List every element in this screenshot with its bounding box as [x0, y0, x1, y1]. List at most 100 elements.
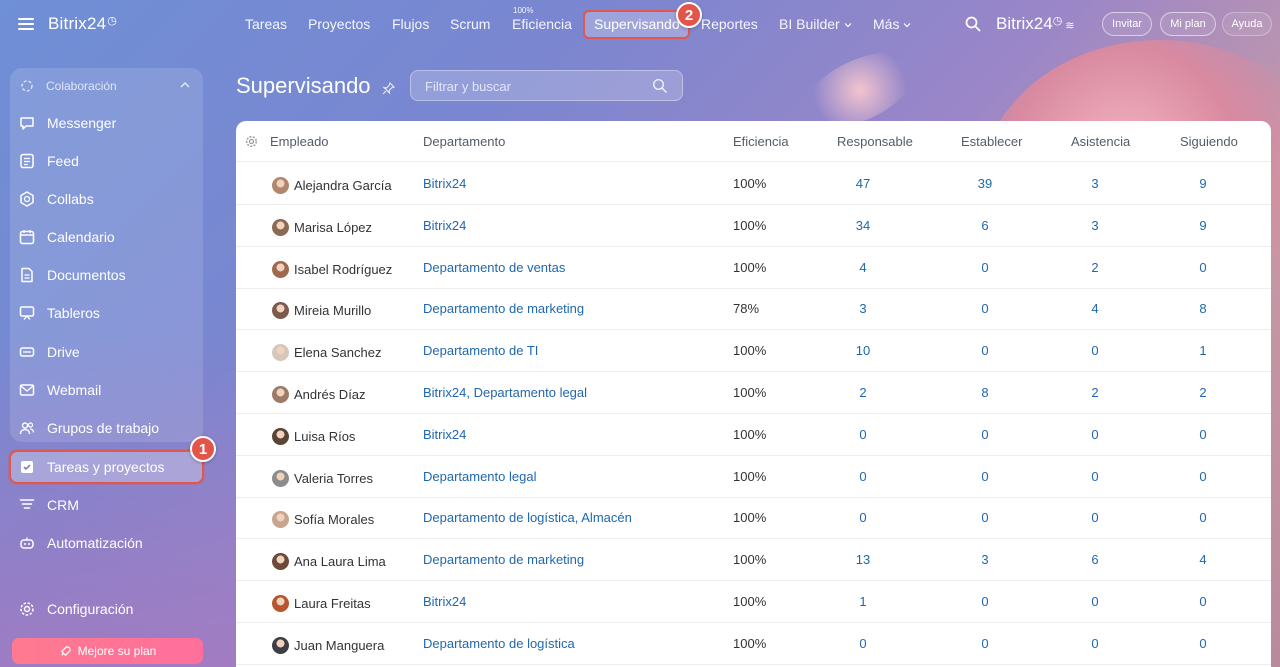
avatar[interactable]	[272, 595, 289, 612]
sidebar-item-tareas-y-proyectos[interactable]: Tareas y proyectos	[18, 454, 204, 480]
column-header-empleado[interactable]: Empleado	[270, 134, 329, 149]
department-link[interactable]: Departamento de logística, Almacén	[423, 510, 632, 525]
department-link[interactable]: Bitrix24	[423, 218, 466, 233]
employee-name[interactable]: Isabel Rodríguez	[294, 262, 392, 277]
responsible-count[interactable]: 0	[843, 427, 883, 442]
assisting-count[interactable]: 0	[1075, 343, 1115, 358]
assisting-count[interactable]: 3	[1075, 218, 1115, 233]
column-header-responsable[interactable]: Responsable	[837, 134, 913, 149]
department-link[interactable]: Departamento de logística	[423, 636, 575, 651]
sidebar-item-grupos[interactable]: Grupos de trabajo	[18, 415, 204, 441]
responsible-count[interactable]: 1	[843, 594, 883, 609]
department-link[interactable]: Bitrix24, Departamento legal	[423, 385, 587, 400]
sidebar-item-documentos[interactable]: Documentos	[18, 262, 204, 288]
created-count[interactable]: 0	[965, 510, 1005, 525]
column-header-asistencia[interactable]: Asistencia	[1071, 134, 1130, 149]
following-count[interactable]: 2	[1183, 385, 1223, 400]
employee-name[interactable]: Valeria Torres	[294, 471, 373, 486]
avatar[interactable]	[272, 177, 289, 194]
employee-name[interactable]: Juan Manguera	[294, 638, 384, 653]
filter-search-box[interactable]	[410, 70, 683, 101]
responsible-count[interactable]: 10	[843, 343, 883, 358]
assisting-count[interactable]: 0	[1075, 594, 1115, 609]
invite-button[interactable]: Invitar	[1102, 12, 1152, 36]
sidebar-item-calendario[interactable]: Calendario	[18, 224, 204, 250]
following-count[interactable]: 9	[1183, 218, 1223, 233]
employee-name[interactable]: Sofía Morales	[294, 512, 374, 527]
table-row[interactable]: Ana Laura Lima Departamento de marketing 1…	[236, 539, 1271, 582]
sidebar-item-feed[interactable]: Feed	[18, 148, 204, 174]
sidebar-item-automatizacion[interactable]: Automatización	[18, 530, 204, 556]
avatar[interactable]	[272, 511, 289, 529]
created-count[interactable]: 0	[965, 636, 1005, 651]
tab-reportes[interactable]: Reportes	[701, 16, 758, 32]
tab-tareas[interactable]: Tareas	[245, 16, 287, 32]
table-row[interactable]: Luisa Ríos Bitrix24 100% 0 0 0 0	[236, 414, 1271, 456]
sidebar-item-drive[interactable]: Drive	[18, 339, 204, 365]
responsible-count[interactable]: 0	[843, 636, 883, 651]
department-link[interactable]: Departamento de TI	[423, 343, 538, 358]
table-row[interactable]: Alejandra García Bitrix24 100% 47 39 3 9	[236, 163, 1271, 205]
brand-logo[interactable]: Bitrix24◷	[48, 14, 117, 34]
tab-bi-builder[interactable]: BI Builder	[779, 16, 852, 32]
table-row[interactable]: Isabel Rodríguez Departamento de ventas 10…	[236, 247, 1271, 289]
table-row[interactable]: Andrés Díaz Bitrix24, Departamento legal 1…	[236, 372, 1271, 414]
assisting-count[interactable]: 4	[1075, 301, 1115, 316]
column-header-eficiencia[interactable]: Eficiencia	[733, 134, 789, 149]
tab-supervisando[interactable]: Supervisando	[594, 16, 680, 32]
avatar[interactable]	[272, 469, 289, 487]
tab-proyectos[interactable]: Proyectos	[308, 16, 370, 32]
assisting-count[interactable]: 3	[1075, 176, 1115, 191]
hamburger-icon[interactable]	[18, 18, 34, 30]
column-header-establecer[interactable]: Establecer	[961, 134, 1022, 149]
department-link[interactable]: Departamento legal	[423, 469, 536, 484]
avatar[interactable]	[272, 344, 289, 362]
pin-icon[interactable]	[382, 82, 395, 95]
department-link[interactable]: Bitrix24	[423, 594, 466, 609]
group-header-colaboracion[interactable]: Colaboración	[20, 78, 196, 94]
assisting-count[interactable]: 0	[1075, 427, 1115, 442]
table-row[interactable]: Marisa López Bitrix24 100% 34 6 3 9	[236, 205, 1271, 247]
filter-search-input[interactable]	[425, 77, 645, 95]
employee-name[interactable]: Ana Laura Lima	[294, 554, 386, 569]
avatar[interactable]	[272, 427, 289, 445]
assisting-count[interactable]: 2	[1075, 385, 1115, 400]
search-icon[interactable]	[964, 15, 982, 33]
department-link[interactable]: Departamento de ventas	[423, 260, 565, 275]
department-link[interactable]: Bitrix24	[423, 176, 466, 191]
following-count[interactable]: 0	[1183, 636, 1223, 651]
assisting-count[interactable]: 2	[1075, 260, 1115, 275]
created-count[interactable]: 6	[965, 218, 1005, 233]
created-count[interactable]: 39	[965, 176, 1005, 191]
following-count[interactable]: 1	[1183, 343, 1223, 358]
sidebar-item-messenger[interactable]: Messenger	[18, 110, 204, 136]
created-count[interactable]: 8	[965, 385, 1005, 400]
responsible-count[interactable]: 2	[843, 385, 883, 400]
employee-name[interactable]: Elena Sanchez	[294, 345, 381, 360]
responsible-count[interactable]: 34	[843, 218, 883, 233]
assisting-count[interactable]: 0	[1075, 636, 1115, 651]
table-row[interactable]: Sofía Morales Departamento de logística, …	[236, 497, 1271, 540]
responsible-count[interactable]: 13	[843, 552, 883, 567]
gear-icon[interactable]	[245, 135, 258, 148]
help-button[interactable]: Ayuda	[1222, 12, 1272, 36]
responsible-count[interactable]: 4	[843, 260, 883, 275]
chevron-up-icon[interactable]	[180, 80, 190, 90]
avatar[interactable]	[272, 553, 289, 571]
following-count[interactable]: 8	[1183, 301, 1223, 316]
column-header-departamento[interactable]: Departamento	[423, 134, 505, 149]
table-row[interactable]: Laura Freitas Bitrix24 100% 1 0 0 0	[236, 581, 1271, 623]
assisting-count[interactable]: 0	[1075, 469, 1115, 484]
upgrade-plan-button[interactable]: Mejore su plan	[12, 638, 203, 664]
avatar[interactable]	[272, 302, 289, 320]
table-row[interactable]: Juan Manguera Departamento de logística 10…	[236, 623, 1271, 665]
created-count[interactable]: 0	[965, 260, 1005, 275]
employee-name[interactable]: Luisa Ríos	[294, 429, 355, 444]
table-row[interactable]: Elena Sanchez Departamento de TI 100% 10 0 0 1	[236, 330, 1271, 373]
tab-scrum[interactable]: Scrum	[450, 16, 490, 32]
following-count[interactable]: 0	[1183, 469, 1223, 484]
following-count[interactable]: 0	[1183, 510, 1223, 525]
employee-name[interactable]: Mireia Murillo	[294, 303, 371, 318]
table-row[interactable]: Valeria Torres Departamento legal 100% 0 0 0 0	[236, 456, 1271, 498]
department-link[interactable]: Departamento de marketing	[423, 552, 584, 567]
